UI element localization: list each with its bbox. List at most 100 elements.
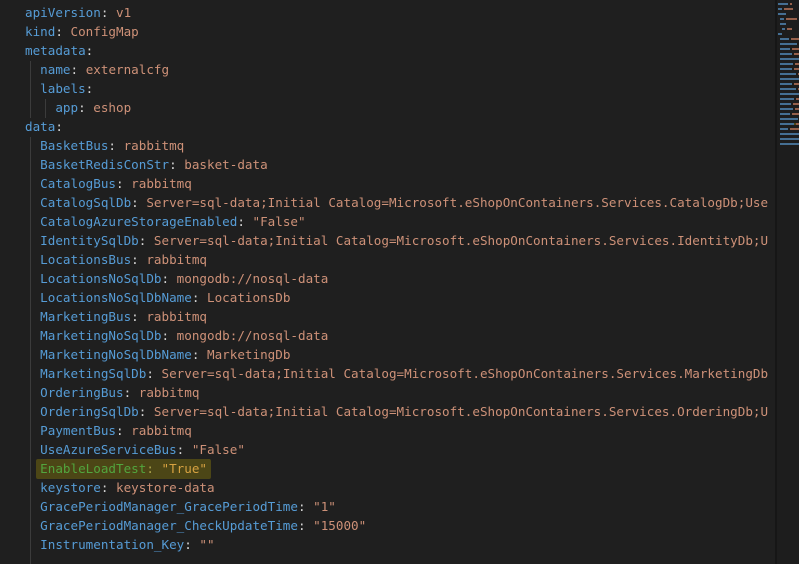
minimap-line <box>778 3 799 5</box>
minimap-value-bar <box>794 68 799 70</box>
yaml-colon: : <box>108 138 116 153</box>
minimap-line <box>780 63 799 65</box>
code-line[interactable]: MarketingNoSqlDb: mongodb://nosql-data <box>0 326 775 345</box>
minimap-line <box>780 93 799 95</box>
code-line[interactable]: CatalogAzureStorageEnabled: "False" <box>0 212 775 231</box>
minimap-value-bar <box>790 128 799 130</box>
yaml-colon: : <box>55 119 63 134</box>
yaml-value: MarketingDb <box>199 347 290 362</box>
code-line[interactable]: OrderingSqlDb: Server=sql-data;Initial C… <box>0 402 775 421</box>
minimap-key-bar <box>780 68 792 70</box>
minimap-line <box>780 38 799 40</box>
yaml-key: MarketingNoSqlDb <box>40 328 161 343</box>
minimap-value-bar <box>786 18 797 20</box>
yaml-key: PaymentBus <box>40 423 116 438</box>
yaml-value: LocationsDb <box>199 290 290 305</box>
yaml-value: rabbitmq <box>124 176 192 191</box>
minimap-key-bar <box>780 113 790 115</box>
code-line[interactable]: MarketingBus: rabbitmq <box>0 307 775 326</box>
code-line[interactable]: LocationsBus: rabbitmq <box>0 250 775 269</box>
minimap-value-bar <box>784 8 793 10</box>
minimap-key-bar <box>780 118 798 120</box>
yaml-value: basket-data <box>177 157 268 172</box>
minimap-key-bar <box>780 48 790 50</box>
code-line[interactable]: CatalogSqlDb: Server=sql-data;Initial Ca… <box>0 193 775 212</box>
minimap-line <box>780 128 799 130</box>
minimap-line <box>780 123 799 125</box>
editor-code-area[interactable]: apiVersion: v1kind: ConfigMapmetadata: n… <box>0 3 775 564</box>
minimap-value-bar <box>791 38 799 40</box>
minimap-key-bar <box>778 8 782 10</box>
yaml-key: MarketingSqlDb <box>40 366 146 381</box>
code-line[interactable]: LocationsNoSqlDb: mongodb://nosql-data <box>0 269 775 288</box>
indent-spaces <box>25 214 40 229</box>
minimap-key-bar <box>778 33 782 35</box>
code-line[interactable]: GracePeriodManager_CheckUpdateTime: "150… <box>0 516 775 535</box>
minimap-line <box>780 58 799 60</box>
minimap-line <box>780 98 799 100</box>
indent-spaces <box>25 62 40 77</box>
minimap-line <box>780 23 799 25</box>
code-line[interactable]: data: <box>0 117 775 136</box>
indent-spaces <box>25 347 40 362</box>
code-line[interactable]: Instrumentation_Key: "" <box>0 535 775 554</box>
yaml-key: metadata <box>25 43 86 58</box>
code-line[interactable]: name: externalcfg <box>0 60 775 79</box>
indent-spaces <box>25 138 40 153</box>
minimap-line <box>780 53 799 55</box>
yaml-value: externalcfg <box>78 62 169 77</box>
yaml-key: LocationsBus <box>40 252 131 267</box>
yaml-value: "False" <box>245 214 306 229</box>
yaml-key: name <box>40 62 70 77</box>
indent-spaces <box>25 157 40 172</box>
code-line[interactable]: apiVersion: v1 <box>0 3 775 22</box>
indent-guide <box>30 61 31 118</box>
code-line[interactable]: CatalogBus: rabbitmq <box>0 174 775 193</box>
code-line[interactable]: GracePeriodManager_GracePeriodTime: "1" <box>0 497 775 516</box>
yaml-key: MarketingBus <box>40 309 131 324</box>
minimap-value-bar <box>795 63 799 65</box>
minimap-line <box>780 18 799 20</box>
code-line[interactable]: PaymentBus: rabbitmq <box>0 421 775 440</box>
indent-spaces <box>25 309 40 324</box>
code-line[interactable]: app: eshop <box>0 98 775 117</box>
code-line[interactable]: IdentitySqlDb: Server=sql-data;Initial C… <box>0 231 775 250</box>
minimap[interactable] <box>775 0 799 564</box>
yaml-key: GracePeriodManager_GracePeriodTime <box>40 499 298 514</box>
indent-spaces <box>25 499 40 514</box>
code-line[interactable]: UseAzureServiceBus: "False" <box>0 440 775 459</box>
minimap-line <box>780 83 799 85</box>
code-line[interactable]: BasketRedisConStr: basket-data <box>0 155 775 174</box>
code-line[interactable]: OrderingBus: rabbitmq <box>0 383 775 402</box>
minimap-key-bar <box>780 43 797 45</box>
yaml-value: mongodb://nosql-data <box>169 328 328 343</box>
yaml-value: "1" <box>306 499 336 514</box>
code-line[interactable]: EnableLoadTest: "True" <box>0 459 775 478</box>
yaml-key: keystore <box>40 480 101 495</box>
indent-spaces <box>25 252 40 267</box>
yaml-key: kind <box>25 24 55 39</box>
code-line[interactable]: MarketingNoSqlDbName: MarketingDb <box>0 345 775 364</box>
yaml-colon: : <box>131 195 139 210</box>
minimap-key-bar <box>780 138 799 140</box>
code-line[interactable]: labels: <box>0 79 775 98</box>
yaml-key: BasketRedisConStr <box>40 157 169 172</box>
minimap-key-bar <box>780 123 794 125</box>
yaml-key: LocationsNoSqlDb <box>40 271 161 286</box>
minimap-line <box>782 28 799 30</box>
code-line[interactable]: MarketingSqlDb: Server=sql-data;Initial … <box>0 364 775 383</box>
minimap-line <box>778 33 799 35</box>
code-line[interactable]: LocationsNoSqlDbName: LocationsDb <box>0 288 775 307</box>
code-line[interactable]: keystore: keystore-data <box>0 478 775 497</box>
yaml-key: MarketingNoSqlDbName <box>40 347 192 362</box>
minimap-key-bar <box>778 3 788 5</box>
yaml-colon: : <box>146 461 154 476</box>
minimap-key-bar <box>780 63 793 65</box>
yaml-colon: : <box>146 366 154 381</box>
code-line[interactable]: metadata: <box>0 41 775 60</box>
code-line[interactable]: kind: ConfigMap <box>0 22 775 41</box>
yaml-value: keystore-data <box>108 480 214 495</box>
code-line[interactable]: BasketBus: rabbitmq <box>0 136 775 155</box>
yaml-key: Instrumentation_Key <box>40 537 184 552</box>
minimap-line <box>780 108 799 110</box>
